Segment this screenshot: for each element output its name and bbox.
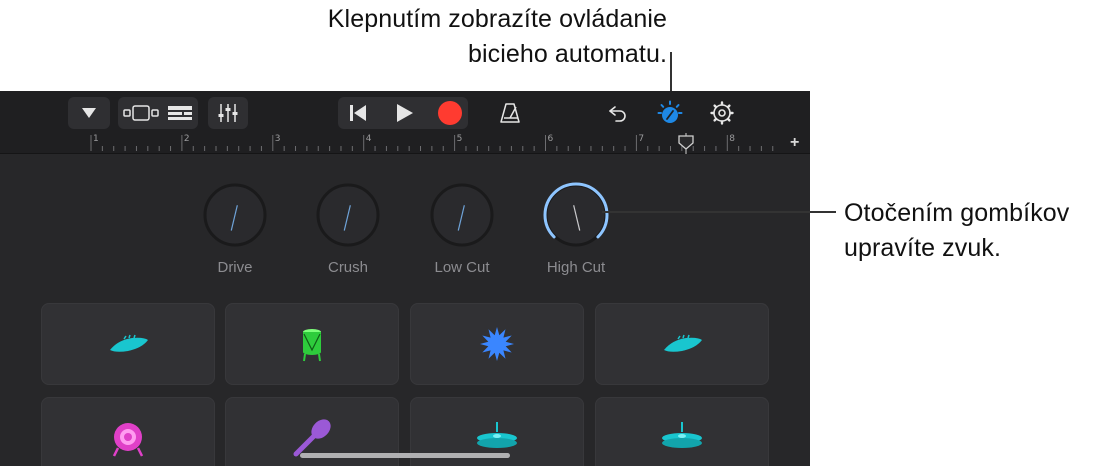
- drum-pad[interactable]: [225, 303, 399, 385]
- shaker-icon: [293, 419, 331, 457]
- instrument-view-icon[interactable]: [123, 104, 159, 122]
- knob-label: Low Cut: [434, 259, 490, 276]
- gear-icon: [710, 101, 734, 125]
- drum-pad[interactable]: [595, 397, 769, 466]
- knob-label: High Cut: [546, 259, 606, 276]
- playhead[interactable]: [678, 133, 694, 154]
- drum-pad[interactable]: [595, 303, 769, 385]
- knob-crush[interactable]: Crush: [288, 91, 408, 291]
- knob-label: Crush: [327, 259, 368, 276]
- clap-icon: [110, 334, 148, 352]
- knob-dial-icon: [430, 183, 494, 247]
- hihat-icon: [477, 422, 517, 448]
- knob-dial-icon: [543, 182, 609, 247]
- clap-icon: [664, 334, 702, 352]
- drum-machine-controls-button[interactable]: [652, 97, 688, 129]
- knob-low-cut[interactable]: Low Cut: [402, 91, 522, 291]
- callout-top-line1: Klepnutím zobrazíte ovládanie: [327, 5, 667, 33]
- knob-dial-icon: [203, 183, 267, 247]
- hihat-icon: [662, 422, 702, 448]
- add-section-button[interactable]: +: [790, 133, 799, 153]
- home-indicator: [300, 453, 510, 458]
- knob-label: Drive: [217, 259, 253, 276]
- knob-drive[interactable]: Drive: [175, 91, 295, 291]
- triangle-down-icon: [82, 108, 96, 118]
- callout-knobs: Otočením gombíkov upravíte zvuk.: [844, 196, 1069, 266]
- figure: Klepnutím zobrazíte ovládanie bicieho au…: [0, 0, 1115, 466]
- callout-top-line2: bicieho automatu.: [467, 40, 667, 68]
- knob-controls-icon: [657, 100, 683, 123]
- callout-right-line1: Otočením gombíkov: [844, 199, 1070, 227]
- browser-menu-button[interactable]: [68, 97, 110, 129]
- knob-dial-icon: [316, 183, 380, 247]
- callout-drum-machine-controls: Klepnutím zobrazíte ovládanie bicieho au…: [328, 2, 667, 72]
- callout-right-line2: upravíte zvuk.: [844, 234, 1002, 262]
- settings-button[interactable]: [704, 97, 740, 129]
- pink-bass-drum-icon: [112, 423, 144, 457]
- drum-pad[interactable]: [41, 303, 215, 385]
- knob-high-cut[interactable]: High Cut: [516, 91, 636, 291]
- drum-pad[interactable]: [41, 397, 215, 466]
- drum-pad[interactable]: [410, 303, 584, 385]
- knob-leader-line: [602, 211, 836, 213]
- green-drum-icon: [303, 329, 321, 362]
- garageband-app: 12345678 + Drive Crush Low Cut High Cut: [0, 91, 810, 466]
- ruler-bar-number: 8: [729, 134, 736, 144]
- burst-icon: [480, 327, 514, 361]
- ruler-bar-number: 7: [638, 134, 645, 144]
- ruler-bar-number: 1: [93, 134, 99, 144]
